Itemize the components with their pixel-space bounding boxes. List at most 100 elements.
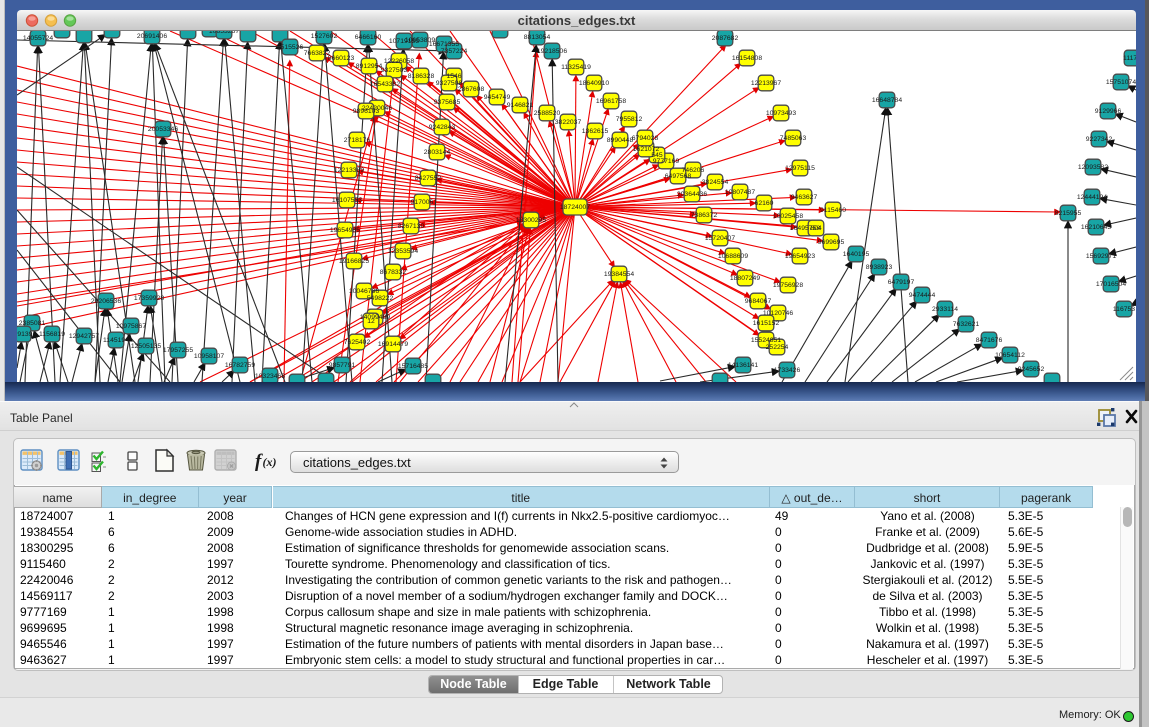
svg-text:1145194: 1145194 — [103, 337, 129, 344]
svg-text:2385081: 2385081 — [19, 320, 46, 327]
svg-text:7357224: 7357224 — [441, 48, 468, 55]
svg-text:18640910: 18640910 — [579, 80, 609, 87]
svg-text:9242843: 9242843 — [429, 124, 456, 131]
svg-text:9699695: 9699695 — [818, 239, 845, 246]
svg-text:116753: 116753 — [1113, 306, 1135, 313]
svg-text:1621072: 1621072 — [633, 146, 660, 153]
svg-text:10653809: 10653809 — [405, 37, 435, 44]
svg-text:20053346: 20053346 — [148, 126, 178, 133]
svg-text:15751074: 15751074 — [1106, 79, 1136, 86]
svg-text:7485063: 7485063 — [780, 135, 807, 142]
svg-text:6497568: 6497568 — [665, 173, 692, 180]
svg-text:15692971: 15692971 — [1086, 253, 1116, 260]
svg-text:6466160: 6466160 — [355, 34, 382, 41]
svg-text:545: 545 — [651, 152, 663, 159]
svg-text:9896103: 9896103 — [353, 108, 380, 115]
svg-text:10323468: 10323468 — [255, 373, 285, 380]
svg-text:2933114: 2933114 — [932, 306, 958, 313]
svg-text:11325419: 11325419 — [561, 64, 591, 71]
svg-text:1640195: 1640195 — [843, 251, 870, 258]
svg-text:16154808: 16154808 — [732, 55, 762, 62]
svg-text:12226058: 12226058 — [384, 58, 414, 65]
svg-text:1733426: 1733426 — [774, 367, 801, 374]
svg-text:20364436: 20364436 — [677, 191, 707, 198]
svg-text:8912954: 8912954 — [356, 63, 383, 70]
svg-text:2087682: 2087682 — [712, 35, 739, 42]
svg-text:10046766: 10046766 — [349, 288, 379, 295]
svg-text:19654985: 19654985 — [330, 227, 360, 234]
svg-text:9375685: 9375685 — [434, 99, 461, 106]
svg-text:10975867: 10975867 — [116, 323, 146, 330]
svg-text:17957255: 17957255 — [163, 347, 193, 354]
svg-text:15720407: 15720407 — [705, 235, 735, 242]
svg-text:5498222: 5498222 — [367, 295, 394, 302]
svg-text:12505135: 12505135 — [131, 343, 161, 350]
svg-text:3824554: 3824554 — [702, 179, 729, 186]
svg-text:8471676: 8471676 — [976, 337, 1003, 344]
svg-text:18807249: 18807249 — [730, 275, 760, 282]
svg-text:9245652: 9245652 — [1018, 366, 1045, 373]
svg-text:1156819: 1156819 — [39, 331, 65, 338]
svg-text:252254: 252254 — [766, 344, 789, 351]
svg-text:10654112: 10654112 — [995, 352, 1025, 359]
svg-text:9146821: 9146821 — [507, 102, 534, 109]
svg-text:11170: 11170 — [1123, 55, 1136, 62]
svg-text:19384554: 19384554 — [604, 271, 634, 278]
svg-text:8267130: 8267130 — [398, 223, 425, 230]
svg-text:20691406: 20691406 — [137, 33, 167, 40]
svg-text:1615152: 1615152 — [753, 320, 780, 327]
svg-text:7632621: 7632621 — [953, 321, 980, 328]
svg-text:2588520: 2588520 — [534, 110, 561, 117]
svg-text:2803144: 2803144 — [424, 149, 451, 156]
svg-text:9684067: 9684067 — [745, 298, 772, 305]
svg-text:6794028: 6794028 — [632, 135, 659, 142]
svg-text:1546: 1546 — [446, 73, 461, 80]
svg-text:20206536: 20206536 — [91, 298, 121, 305]
svg-text:19218506: 19218506 — [537, 48, 567, 55]
svg-text:7386372: 7386372 — [691, 212, 718, 219]
svg-text:2867608: 2867608 — [458, 86, 485, 93]
svg-text:12213967: 12213967 — [751, 80, 781, 87]
svg-text:9115460: 9115460 — [820, 207, 846, 214]
svg-text:10688609: 10688609 — [718, 253, 748, 260]
svg-text:10973493: 10973493 — [766, 110, 796, 117]
svg-text:12: 12 — [367, 318, 375, 325]
svg-text:16782759: 16782759 — [225, 362, 255, 369]
svg-text:917006: 917006 — [411, 199, 434, 206]
svg-text:12444194: 12444194 — [1077, 194, 1107, 201]
svg-text:16543382: 16543382 — [370, 81, 400, 88]
svg-text:8215955: 8215955 — [1055, 210, 1082, 217]
svg-text:8186328: 8186328 — [408, 73, 435, 80]
svg-text:8427552: 8427552 — [415, 175, 442, 182]
svg-text:9327503: 9327503 — [381, 67, 408, 74]
svg-text:19756928: 19756928 — [773, 282, 803, 289]
svg-text:7663822: 7663822 — [304, 50, 331, 57]
svg-text:9227342: 9227342 — [1086, 136, 1113, 143]
svg-text:7955812: 7955812 — [616, 116, 643, 123]
svg-text:2718176: 2718176 — [344, 137, 371, 144]
svg-text:62160: 62160 — [755, 200, 774, 207]
svg-text:19654923: 19654923 — [785, 253, 815, 260]
svg-text:7515526: 7515526 — [277, 44, 304, 51]
svg-text:16961758: 16961758 — [596, 98, 626, 105]
svg-text:15716485: 15716485 — [398, 363, 428, 370]
svg-text:17016504: 17016504 — [1096, 281, 1126, 288]
svg-text:9454749: 9454749 — [484, 94, 511, 101]
svg-text:9777169: 9777169 — [653, 158, 680, 165]
svg-text:9857791: 9857791 — [329, 362, 356, 369]
svg-text:12093582: 12093582 — [1078, 164, 1108, 171]
svg-text:12213369: 12213369 — [334, 167, 364, 174]
svg-text:9463627: 9463627 — [791, 194, 818, 201]
svg-text:15524851: 15524851 — [751, 337, 781, 344]
svg-text:7625402: 7625402 — [344, 339, 371, 346]
svg-text:10958107: 10958107 — [194, 353, 224, 360]
svg-text:16210643: 16210643 — [1081, 224, 1111, 231]
svg-text:12975115: 12975115 — [785, 165, 815, 172]
svg-text:16914479: 16914479 — [378, 341, 408, 348]
svg-text:804: 804 — [810, 225, 822, 232]
svg-text:17359928: 17359928 — [134, 295, 164, 302]
svg-text:12942757: 12942757 — [69, 333, 99, 340]
svg-text:16107553: 16107553 — [332, 197, 362, 204]
svg-text:14136141: 14136141 — [728, 362, 758, 369]
svg-text:8813054: 8813054 — [524, 34, 551, 41]
